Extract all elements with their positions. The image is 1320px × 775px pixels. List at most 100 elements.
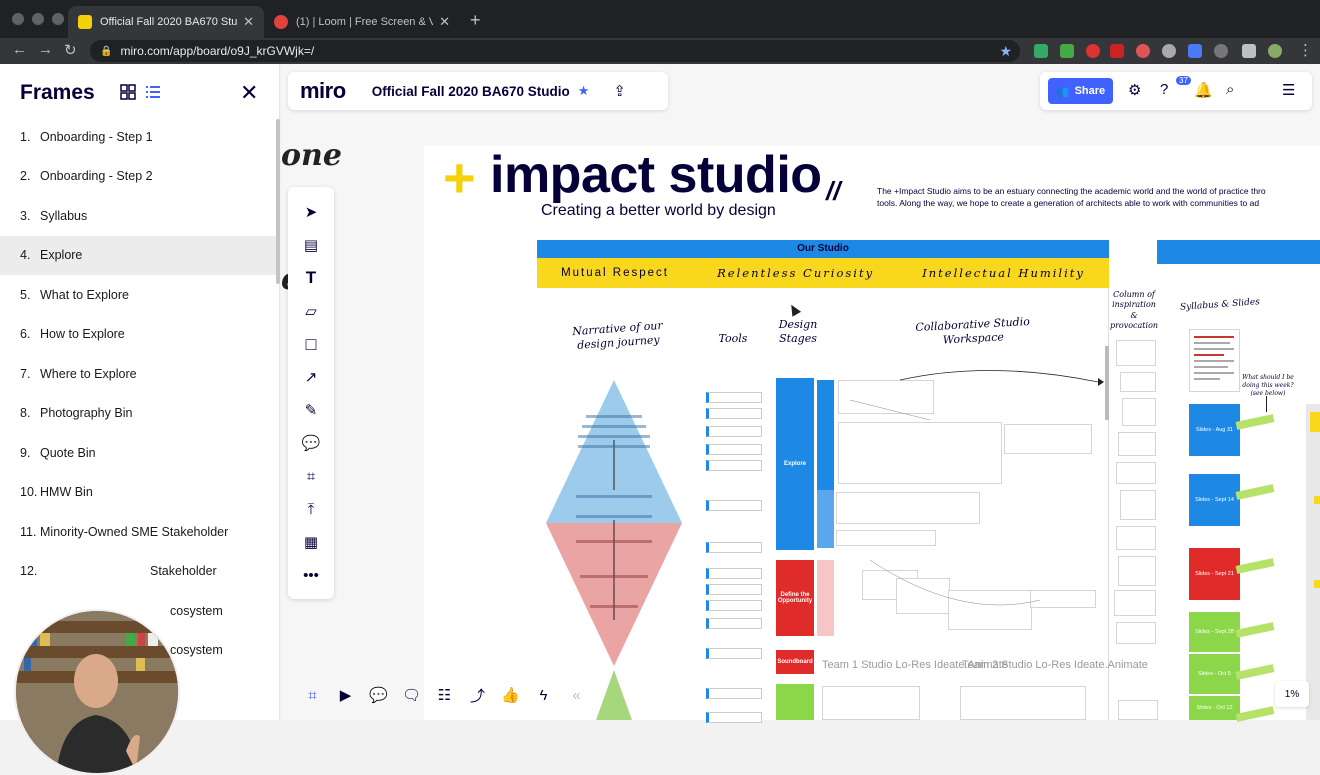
grid-view-icon[interactable] xyxy=(120,84,136,100)
tool-card[interactable] xyxy=(706,426,762,437)
extension-icon[interactable] xyxy=(1136,44,1150,58)
tool-card[interactable] xyxy=(706,500,762,511)
frame-item[interactable]: 11. Minority-Owned SME Stakeholder xyxy=(0,512,276,552)
bookmark-star-icon[interactable]: ★ xyxy=(999,43,1012,60)
inspiration-card[interactable] xyxy=(1116,340,1156,366)
browser-tab-loom[interactable]: (1) | Loom | Free Screen & Video ✕ xyxy=(264,6,460,38)
frame-tool-icon[interactable]: ⌗ xyxy=(301,466,321,486)
stage-define[interactable]: Define the Opportunity xyxy=(776,560,814,636)
frame-item[interactable]: 2. Onboarding - Step 2 xyxy=(0,157,276,197)
zoom-extension-icon[interactable] xyxy=(1188,44,1202,58)
zoom-level[interactable]: 1% xyxy=(1275,681,1309,707)
new-tab-icon[interactable]: + xyxy=(470,10,481,31)
frame-item[interactable]: 9. Quote Bin xyxy=(0,433,276,473)
frame-item[interactable]: 6. How to Explore xyxy=(0,315,276,355)
frame-item[interactable]: 5. What to Explore xyxy=(0,275,276,315)
inspiration-card[interactable] xyxy=(1114,590,1156,616)
workspace-card[interactable] xyxy=(822,686,920,720)
tool-card[interactable] xyxy=(706,408,762,419)
profile-avatar[interactable] xyxy=(1268,44,1282,58)
inspiration-card[interactable] xyxy=(1116,622,1156,644)
close-window-icon[interactable] xyxy=(12,13,24,25)
extension-icon[interactable] xyxy=(1110,44,1124,58)
syllabus-doc-card[interactable] xyxy=(1189,329,1240,392)
stage-sub-block[interactable] xyxy=(817,380,834,490)
tool-card[interactable] xyxy=(706,618,762,629)
bell-icon[interactable]: 🔔 xyxy=(1194,81,1213,99)
workspace-card[interactable] xyxy=(960,686,1086,720)
more-tools-icon[interactable]: ••• xyxy=(301,565,321,585)
presentation-icon[interactable]: ▶ xyxy=(329,686,362,704)
share-button[interactable]: 👥 Share xyxy=(1048,78,1113,104)
shape-tool-icon[interactable]: □ xyxy=(301,334,321,354)
comments-icon[interactable]: 💬 xyxy=(362,686,395,704)
export-icon[interactable]: ⇪ xyxy=(613,82,626,100)
slides-block[interactable]: Slides - Sept 21 xyxy=(1189,548,1240,600)
star-icon[interactable]: ★ xyxy=(578,83,590,99)
label-tools[interactable]: Tools xyxy=(715,332,751,346)
tool-card[interactable] xyxy=(706,584,762,595)
minimize-window-icon[interactable] xyxy=(32,13,44,25)
our-studio-header[interactable]: Our Studio xyxy=(537,240,1109,258)
frame-item[interactable]: 7. Where to Explore xyxy=(0,354,276,394)
slides-block[interactable]: Slides - Aug 31 xyxy=(1189,404,1240,456)
extension-icon[interactable] xyxy=(1034,44,1048,58)
slides-block[interactable]: Slides - Oct 12 xyxy=(1189,696,1240,720)
comment-icon[interactable]: 💬 xyxy=(301,433,321,453)
reload-icon[interactable]: ↻ xyxy=(64,41,77,59)
address-bar[interactable]: 🔒 miro.com/app/board/o9J_krGVWjk=/ ★ xyxy=(90,40,1020,62)
settings-sliders-icon[interactable]: ⚙ xyxy=(1128,81,1141,99)
extension-icon[interactable] xyxy=(1060,44,1074,58)
stage-sub-block[interactable] xyxy=(817,560,834,636)
tool-card[interactable] xyxy=(706,568,762,579)
voting-icon[interactable]: 👍 xyxy=(494,686,527,704)
tool-card[interactable] xyxy=(706,688,762,699)
browser-tab-miro[interactable]: Official Fall 2020 BA670 Studio ✕ xyxy=(68,6,264,38)
values-band[interactable]: Mutual Respect Relentless Curiosity Inte… xyxy=(537,258,1109,288)
upload-icon[interactable]: ⤒ xyxy=(301,499,321,519)
templates-icon[interactable]: ▤ xyxy=(301,235,321,255)
inspiration-card[interactable] xyxy=(1116,526,1156,550)
stage-soundboard[interactable]: Soundboard xyxy=(776,650,814,674)
board-menu-icon[interactable]: ☰ xyxy=(1282,81,1295,99)
maximize-window-icon[interactable] xyxy=(52,13,64,25)
frames-toggle-icon[interactable]: ⌗ xyxy=(296,687,329,704)
second-studio-header[interactable] xyxy=(1157,240,1320,264)
tool-card[interactable] xyxy=(706,712,762,723)
help-icon[interactable]: ? xyxy=(1160,81,1168,98)
close-tab-icon[interactable]: ✕ xyxy=(439,14,450,30)
inspiration-card[interactable] xyxy=(1120,490,1156,520)
inspiration-card[interactable] xyxy=(1118,700,1158,720)
stage-green[interactable] xyxy=(776,684,814,720)
tool-card[interactable] xyxy=(706,648,762,659)
miro-logo[interactable]: miro xyxy=(300,78,346,104)
close-tab-icon[interactable]: ✕ xyxy=(243,14,254,30)
back-icon[interactable]: ← xyxy=(12,41,27,58)
inspiration-card[interactable] xyxy=(1122,398,1156,426)
frame-item[interactable]: 8. Photography Bin xyxy=(0,394,276,434)
extensions-puzzle-icon[interactable] xyxy=(1242,44,1256,58)
chrome-menu-icon[interactable]: ⋮ xyxy=(1298,41,1313,59)
slides-block[interactable]: Slides - Sept 28 xyxy=(1189,612,1240,652)
frame-item[interactable]: 3. Syllabus xyxy=(0,196,276,236)
list-view-icon[interactable] xyxy=(145,84,161,100)
activity-icon[interactable]: ϟ xyxy=(527,687,560,704)
table-icon[interactable]: ▦ xyxy=(301,532,321,552)
frame-item[interactable]: 12. Stakeholder xyxy=(0,552,276,592)
board-name[interactable]: Official Fall 2020 BA670 Studio xyxy=(372,84,570,99)
frames-scrollbar[interactable] xyxy=(276,119,280,284)
tool-card[interactable] xyxy=(706,542,762,553)
frame-item[interactable]: 1. Onboarding - Step 1 xyxy=(0,117,276,157)
search-icon[interactable]: ⌕ xyxy=(1226,81,1234,98)
slides-block[interactable]: Slides - Sept 14 xyxy=(1189,474,1240,526)
tool-card[interactable] xyxy=(706,392,762,403)
tool-card[interactable] xyxy=(706,444,762,455)
inspiration-card[interactable] xyxy=(1120,372,1156,392)
pen-icon[interactable]: ✎ xyxy=(301,400,321,420)
share-screen-icon[interactable]: ⤴ xyxy=(461,685,494,706)
inspiration-card[interactable] xyxy=(1118,556,1156,586)
stage-explore[interactable]: Explore xyxy=(776,378,814,550)
text-tool-icon[interactable]: T xyxy=(301,268,321,288)
tool-card[interactable] xyxy=(706,600,762,611)
forward-icon[interactable]: → xyxy=(38,41,53,58)
